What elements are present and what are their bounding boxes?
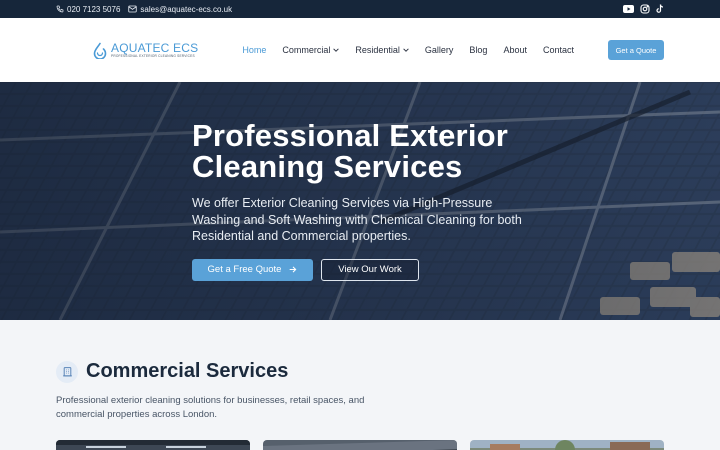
get-quote-button[interactable]: Get a Quote	[608, 40, 664, 60]
youtube-icon[interactable]	[623, 5, 634, 13]
nav-item-about[interactable]: About	[503, 45, 527, 55]
service-card-image[interactable]	[56, 440, 250, 450]
nav-item-label: Gallery	[424, 45, 454, 55]
nav-item-commercial[interactable]: Commercial	[282, 45, 340, 55]
free-quote-button[interactable]: Get a Free Quote	[192, 258, 313, 281]
hero-actions: Get a Free Quote View Our Work	[192, 258, 552, 281]
view-work-button[interactable]: View Our Work	[321, 258, 419, 281]
nav-item-label: About	[503, 45, 527, 55]
phone-link[interactable]: 020 7123 5076	[56, 5, 120, 14]
phone-icon	[56, 5, 64, 13]
social-links	[623, 4, 664, 14]
section-header: Commercial Services	[56, 360, 664, 383]
tiktok-icon[interactable]	[656, 4, 664, 14]
nav-item-label: Commercial	[282, 45, 331, 55]
chevron-down-icon	[403, 48, 409, 52]
nav-item-label: Residential	[355, 45, 400, 55]
hero-content: Professional Exterior Cleaning Services …	[192, 120, 552, 281]
nav-item-label: Blog	[469, 45, 488, 55]
brand-name: AQUATEC ECS	[111, 41, 199, 55]
button-label: Get a Free Quote	[207, 264, 282, 275]
phone-number: 020 7123 5076	[67, 4, 121, 14]
nav-menu: Home Commercial Residential Gallery Blog…	[226, 45, 574, 55]
top-contact-bar: 020 7123 5076 sales@aquatec-ecs.co.uk	[0, 0, 720, 18]
section-title: Commercial Services	[86, 360, 289, 382]
hero-title: Professional Exterior Cleaning Services	[192, 120, 552, 182]
commercial-services-section: Commercial Services Professional exterio…	[0, 360, 720, 450]
main-navigation: AQUATEC ECS PROFESSIONAL EXTERIOR CLEANI…	[0, 18, 720, 82]
nav-item-label: Home	[242, 45, 267, 55]
nav-item-label: Contact	[542, 45, 574, 55]
water-drop-logo-icon	[93, 42, 107, 59]
arrow-right-icon	[290, 266, 297, 273]
section-description: Professional exterior cleaning solutions…	[56, 395, 365, 420]
nav-item-blog[interactable]: Blog	[469, 45, 487, 55]
hero-title-line: Cleaning Services	[192, 149, 463, 184]
service-card-image[interactable]	[263, 440, 457, 450]
nav-item-home[interactable]: Home	[242, 45, 266, 55]
instagram-icon[interactable]	[640, 4, 650, 14]
hero-title-line: Professional Exterior	[192, 118, 509, 153]
nav-item-residential[interactable]: Residential	[355, 45, 409, 55]
hero-description: We offer Exterior Cleaning Services via …	[192, 196, 522, 243]
chevron-down-icon	[333, 48, 340, 52]
email-address: sales@aquatec-ecs.co.uk	[140, 4, 233, 14]
nav-item-gallery[interactable]: Gallery	[425, 45, 454, 55]
brand-logo[interactable]: AQUATEC ECS PROFESSIONAL EXTERIOR CLEANI…	[92, 42, 198, 59]
brand-tagline: PROFESSIONAL EXTERIOR CLEANING SERVICES	[111, 54, 195, 58]
hero-section: Professional Exterior Cleaning Services …	[0, 82, 720, 320]
contact-info: 020 7123 5076 sales@aquatec-ecs.co.uk	[56, 5, 232, 14]
service-cards	[56, 440, 664, 450]
email-link[interactable]: sales@aquatec-ecs.co.uk	[128, 5, 232, 14]
building-icon	[56, 360, 78, 383]
service-card-image[interactable]	[470, 440, 664, 450]
mail-icon	[128, 5, 138, 13]
nav-item-contact[interactable]: Contact	[543, 45, 574, 55]
